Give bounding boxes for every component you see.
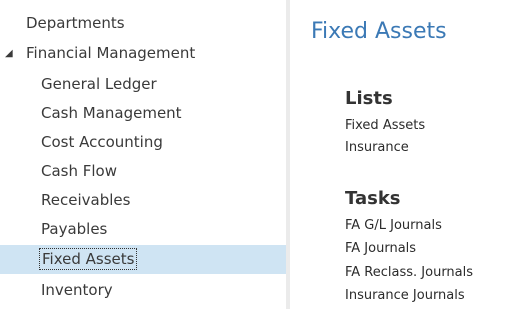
tree-item-fixed-assets[interactable]: Fixed Assets bbox=[0, 245, 286, 274]
link-insurance[interactable]: Insurance bbox=[345, 140, 409, 155]
tree-item-cash-management[interactable]: Cash Management bbox=[0, 99, 286, 128]
tree-item-label: General Ledger bbox=[41, 75, 157, 93]
tree-item-payables[interactable]: Payables bbox=[0, 215, 286, 244]
tree-item-financial-management[interactable]: ◢ Financial Management bbox=[0, 39, 286, 68]
page-title: Fixed Assets bbox=[311, 19, 447, 44]
link-fa-reclass-journals[interactable]: FA Reclass. Journals bbox=[345, 265, 473, 280]
link-fa-journals[interactable]: FA Journals bbox=[345, 241, 416, 256]
tree-item-departments[interactable]: Departments bbox=[0, 9, 286, 38]
link-fa-gl-journals[interactable]: FA G/L Journals bbox=[345, 218, 442, 233]
tree-item-label: Cash Flow bbox=[41, 162, 117, 180]
tree-item-label: Payables bbox=[41, 220, 108, 238]
content-pane: Fixed Assets Lists Fixed Assets Insuranc… bbox=[290, 0, 528, 309]
tree-item-label: Financial Management bbox=[26, 44, 196, 62]
link-fixed-assets[interactable]: Fixed Assets bbox=[345, 118, 425, 133]
tree-item-cash-flow[interactable]: Cash Flow bbox=[0, 157, 286, 186]
tree-item-cost-accounting[interactable]: Cost Accounting bbox=[0, 128, 286, 157]
tree-item-label: Departments bbox=[26, 14, 125, 32]
tree-item-label: Inventory bbox=[41, 281, 113, 299]
tree-item-receivables[interactable]: Receivables bbox=[0, 186, 286, 215]
tree-item-label: Fixed Assets bbox=[38, 248, 138, 270]
tree-item-label: Receivables bbox=[41, 191, 131, 209]
expanded-triangle-icon[interactable]: ◢ bbox=[5, 39, 13, 68]
tree-item-label: Cost Accounting bbox=[41, 133, 163, 151]
tree-item-general-ledger[interactable]: General Ledger bbox=[0, 70, 286, 99]
section-heading-lists: Lists bbox=[345, 88, 393, 109]
tree-item-inventory[interactable]: Inventory bbox=[0, 276, 286, 305]
tree-item-label: Cash Management bbox=[41, 104, 182, 122]
navigation-tree: Departments ◢ Financial Management Gener… bbox=[0, 0, 286, 309]
section-heading-tasks: Tasks bbox=[345, 188, 401, 209]
departments-page: Departments ◢ Financial Management Gener… bbox=[0, 0, 528, 309]
link-insurance-journals[interactable]: Insurance Journals bbox=[345, 288, 465, 303]
